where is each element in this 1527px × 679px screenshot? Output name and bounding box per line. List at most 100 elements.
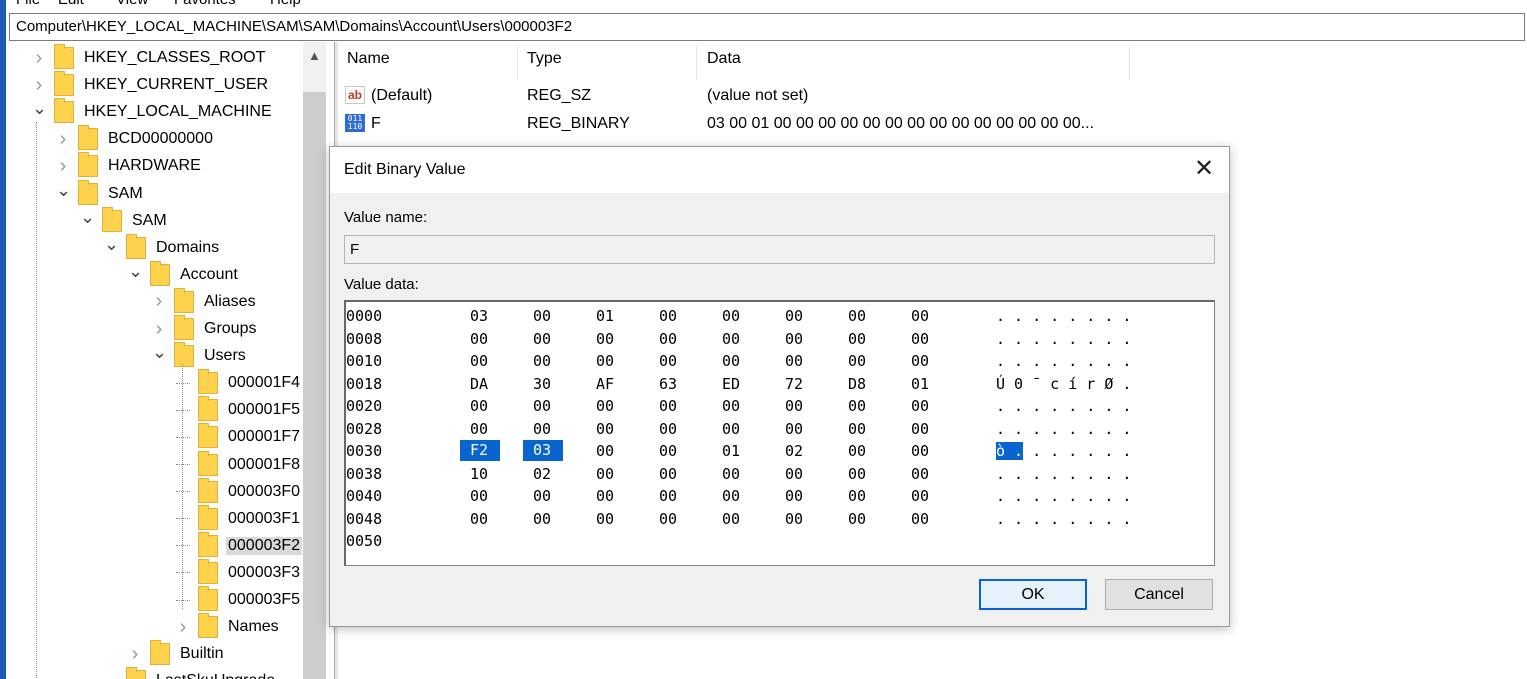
column-divider[interactable]	[517, 46, 518, 80]
chevron-right-icon[interactable]: ›	[152, 318, 166, 341]
hex-row[interactable]: 0008 00 00 00 00 00 00 00 00 . . . . . . . .	[346, 328, 1206, 350]
tree-item[interactable]: 000001F8	[176, 450, 302, 478]
hex-byte[interactable]: 01	[911, 375, 929, 393]
hex-byte[interactable]: 00	[911, 510, 929, 528]
tree-item[interactable]: › HARDWARE	[56, 152, 203, 179]
hex-byte[interactable]: 00	[533, 487, 551, 505]
hex-ascii[interactable]: . . . . . . . .	[996, 420, 1131, 438]
hex-byte[interactable]: 00	[848, 352, 866, 370]
tree-item[interactable]: › Names	[176, 613, 281, 640]
hex-byte[interactable]: 02	[785, 442, 803, 460]
hex-byte[interactable]: 00	[911, 352, 929, 370]
address-bar[interactable]: Computer\HKEY_LOCAL_MACHINE\SAM\SAM\Doma…	[9, 13, 1525, 41]
hex-byte[interactable]: DA	[470, 375, 488, 393]
hex-byte[interactable]: 00	[722, 397, 740, 415]
hex-row[interactable]: 0010 00 00 00 00 00 00 00 00 . . . . . . . .	[346, 350, 1206, 372]
hex-byte[interactable]: 00	[848, 487, 866, 505]
hex-editor[interactable]: 0000 03 00 01 00 00 00 00 00. . . . . . . . 0008 0…	[344, 300, 1215, 566]
hex-ascii[interactable]: . . . . . . . .	[996, 307, 1131, 325]
hex-byte[interactable]: 00	[533, 307, 551, 325]
hex-byte[interactable]: 00	[911, 487, 929, 505]
tree-item[interactable]: › Aliases	[152, 287, 258, 315]
menu-edit[interactable]: Edit	[58, 0, 84, 8]
chevron-right-icon[interactable]: ›	[152, 290, 166, 313]
chevron-down-icon[interactable]: ⌄	[128, 262, 143, 280]
chevron-down-icon[interactable]: ⌄	[80, 208, 95, 226]
hex-row[interactable]: 0028 00 00 00 00 00 00 00 00 . . . . . . . .	[346, 418, 1206, 440]
hex-byte[interactable]: 00	[785, 420, 803, 438]
hex-byte[interactable]: F2	[460, 440, 501, 461]
hex-byte[interactable]: 00	[785, 352, 803, 370]
hex-byte[interactable]: 00	[848, 465, 866, 483]
tree-item[interactable]: 000001F5	[176, 396, 302, 423]
hex-byte[interactable]: 00	[848, 307, 866, 325]
hex-byte[interactable]: 00	[596, 352, 614, 370]
hex-byte[interactable]: 00	[659, 465, 677, 483]
hex-byte[interactable]: 00	[848, 442, 866, 460]
hex-byte[interactable]: 00	[659, 510, 677, 528]
chevron-down-icon[interactable]: ⌄	[152, 343, 167, 361]
hex-byte[interactable]: 00	[911, 420, 929, 438]
hex-byte[interactable]: 30	[533, 375, 551, 393]
hex-byte[interactable]: 00	[722, 330, 740, 348]
hex-byte[interactable]: AF	[596, 375, 614, 393]
menu-view[interactable]: View	[116, 0, 148, 8]
hex-byte[interactable]: 00	[533, 397, 551, 415]
tree-scrollbar[interactable]: ▲	[303, 42, 326, 679]
column-divider[interactable]	[696, 46, 697, 80]
hex-byte[interactable]: 00	[596, 465, 614, 483]
column-header-type[interactable]: Type	[527, 50, 562, 68]
tree-item[interactable]: ⌄ Domains	[104, 233, 221, 261]
hex-row[interactable]: 0020 00 00 00 00 00 00 00 00 . . . . . . . .	[346, 395, 1206, 417]
hex-byte[interactable]: 00	[785, 307, 803, 325]
chevron-right-icon[interactable]: ›	[56, 155, 70, 178]
tree-item[interactable]: 000003F2	[176, 531, 303, 559]
hex-byte[interactable]: D8	[848, 375, 866, 393]
hex-byte[interactable]: 00	[911, 442, 929, 460]
ok-button[interactable]: OK	[979, 579, 1087, 610]
hex-byte[interactable]: 00	[785, 465, 803, 483]
list-item[interactable]: 011 110 F REG_BINARY 03 00 01 00 00 00 00…	[337, 111, 1527, 137]
tree-item[interactable]: 000003F5	[176, 586, 302, 613]
hex-byte[interactable]: 00	[596, 420, 614, 438]
tree-item[interactable]: ⌄ HKEY_LOCAL_MACHINE	[32, 98, 274, 125]
hex-byte[interactable]: 00	[848, 510, 866, 528]
hex-byte[interactable]: 00	[785, 510, 803, 528]
hex-byte[interactable]: 00	[596, 487, 614, 505]
hex-byte[interactable]: 00	[785, 487, 803, 505]
hex-byte[interactable]: 00	[533, 330, 551, 348]
tree-item[interactable]: LastSkuUpgrade	[104, 667, 277, 679]
hex-byte[interactable]: 72	[785, 375, 803, 393]
tree-item[interactable]: › Builtin	[128, 640, 226, 667]
close-icon[interactable]: ✕	[1189, 155, 1219, 185]
tree-item[interactable]: › HKEY_CURRENT_USER	[32, 71, 270, 98]
hex-byte[interactable]: 00	[533, 352, 551, 370]
hex-byte[interactable]: 00	[785, 397, 803, 415]
hex-ascii[interactable]: Ú 0 ¯ c í r Ø .	[996, 375, 1131, 393]
tree-item[interactable]: › HKEY_CLASSES_ROOT	[32, 44, 267, 71]
chevron-down-icon[interactable]: ⌄	[56, 181, 71, 199]
hex-byte[interactable]: 03	[523, 440, 564, 461]
tree-item[interactable]: 000003F3	[176, 558, 302, 586]
hex-ascii[interactable]: . . . . . . . .	[996, 397, 1131, 415]
hex-byte[interactable]: 00	[911, 397, 929, 415]
scroll-up-icon[interactable]: ▲	[308, 48, 321, 63]
hex-byte[interactable]: ED	[722, 375, 740, 393]
hex-byte[interactable]: 00	[533, 420, 551, 438]
hex-byte[interactable]: 03	[470, 307, 488, 325]
tree-item[interactable]: 000003F0	[176, 477, 302, 505]
column-header-data[interactable]: Data	[707, 50, 741, 68]
hex-row[interactable]: 0000 03 00 01 00 00 00 00 00. . . . . . . .	[346, 305, 1206, 327]
hex-byte[interactable]: 01	[596, 307, 614, 325]
hex-byte[interactable]: 00	[470, 352, 488, 370]
hex-byte[interactable]: 00	[911, 330, 929, 348]
hex-ascii[interactable]: ò . . . . . . .	[996, 442, 1131, 460]
hex-byte[interactable]: 00	[596, 397, 614, 415]
hex-row[interactable]: 0048 00 00 00 00 00 00 00 00 . . . . . . . .	[346, 508, 1206, 530]
hex-byte[interactable]: 00	[659, 487, 677, 505]
menu-help[interactable]: Help	[270, 0, 301, 8]
chevron-down-icon[interactable]: ⌄	[104, 235, 119, 253]
chevron-right-icon[interactable]: ›	[176, 616, 190, 639]
hex-byte[interactable]: 00	[848, 330, 866, 348]
hex-ascii[interactable]: . . . . . . . .	[996, 510, 1131, 528]
